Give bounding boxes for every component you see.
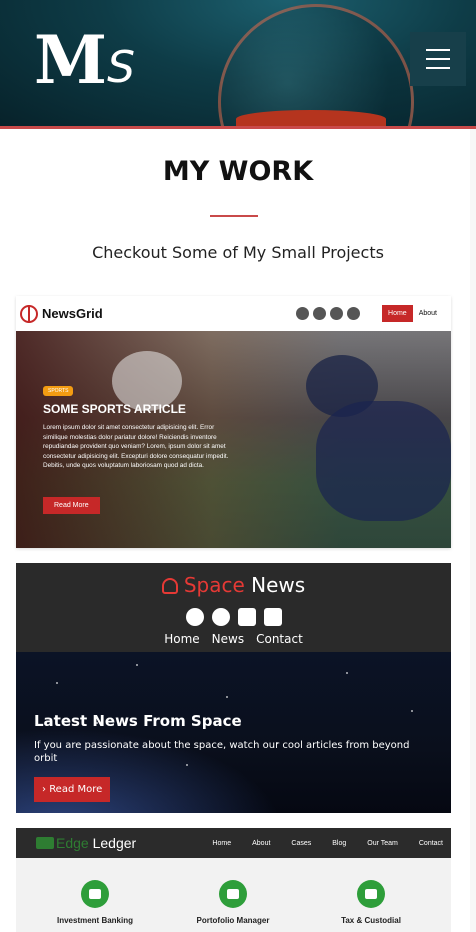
linkedin-icon — [263, 608, 282, 626]
edgeledger-navbar: Edge Ledger Home About Cases Blog Our Te… — [16, 828, 451, 858]
player-body-right — [316, 401, 451, 521]
article-body: Lorem ipsum dolor sit amet consectetur a… — [43, 424, 229, 470]
newsgrid-brand: NewsGrid — [42, 306, 103, 321]
spacenews-body: If you are passionate about the space, w… — [34, 740, 410, 764]
spacenews-header: Space News Home News Contact — [16, 563, 451, 652]
page-scrollbar[interactable] — [470, 129, 476, 932]
brand-ledger: Ledger — [92, 835, 137, 851]
globe-icon — [20, 304, 38, 323]
hero-accent-line — [0, 126, 476, 129]
edgeledger-nav-home: Home — [212, 839, 232, 847]
feature-investment-banking: Investment Banking — [30, 880, 160, 925]
edgeledger-nav-blog: Blog — [332, 839, 347, 847]
instagram-icon — [330, 307, 344, 320]
article-headline: SOME SPORTS ARTICLE — [43, 402, 186, 416]
globe-lamp-graphic — [218, 4, 414, 126]
section-subtitle: Checkout Some of My Small Projects — [92, 243, 384, 262]
star — [136, 664, 138, 666]
spacenews-nav-home: Home — [164, 632, 200, 646]
twitter-icon — [313, 307, 327, 320]
hamburger-icon — [426, 49, 450, 51]
project-card-spacenews[interactable]: Space News Home News Contact Latest News… — [16, 563, 451, 813]
newsgrid-nav-home: Home — [382, 305, 413, 322]
title-divider — [210, 215, 258, 217]
site-logo[interactable]: M S — [34, 21, 135, 99]
astronaut-icon — [161, 578, 178, 594]
spacenews-social-icons — [16, 608, 451, 626]
feature-label: Investment Banking — [56, 916, 133, 925]
reader-icon — [219, 880, 247, 908]
spacenews-nav: Home News Contact — [16, 632, 451, 646]
lamp-base-graphic — [236, 110, 386, 126]
star — [56, 682, 58, 684]
feature-tax-custodial: Tax & Custodial — [306, 880, 436, 925]
project-card-edgeledger[interactable]: Edge Ledger Home About Cases Blog Our Te… — [16, 828, 451, 932]
hamburger-icon-line — [426, 67, 450, 69]
brand-edge: Edge — [56, 835, 89, 851]
hero-header: M S — [0, 0, 476, 126]
brand-news: News — [251, 573, 306, 597]
edgeledger-nav-contact: Contact — [418, 839, 443, 847]
newsgrid-navbar: NewsGrid Home About — [16, 296, 451, 331]
project-card-newsgrid[interactable]: NewsGrid Home About SPORTS SOME SPORTS A… — [16, 296, 451, 548]
newsgrid-nav-about: About — [418, 310, 437, 317]
newsgrid-social-icons — [296, 307, 361, 320]
logo-letter-m: M — [34, 21, 107, 99]
spacenews-nav-contact: Contact — [256, 632, 303, 646]
instagram-icon — [237, 608, 256, 626]
star — [226, 696, 228, 698]
feature-label: Tax & Custodial — [341, 916, 401, 925]
read-more-button: › Read More — [34, 777, 111, 802]
feature-label: Portofolio Manager — [196, 916, 270, 925]
hamburger-icon-line — [426, 58, 450, 60]
edgeledger-nav-cases: Cases — [291, 839, 312, 847]
book-icon — [36, 837, 54, 849]
bank-icon — [81, 880, 109, 908]
edgeledger-nav-about: About — [252, 839, 271, 847]
read-more-button: Read More — [43, 497, 100, 514]
twitter-icon — [211, 608, 230, 626]
menu-button[interactable] — [410, 32, 466, 86]
sports-hero-image: SPORTS SOME SPORTS ARTICLE Lorem ipsum d… — [16, 331, 451, 548]
edgeledger-nav: Home About Cases Blog Our Team Contact — [212, 840, 443, 847]
star — [411, 710, 413, 712]
facebook-icon — [296, 307, 310, 320]
edgeledger-nav-team: Our Team — [367, 839, 398, 847]
section-title: MY WORK — [162, 156, 314, 187]
feature-portfolio-manager: Portofolio Manager — [168, 880, 298, 925]
brand-space: Space — [183, 573, 245, 597]
edgeledger-brand: Edge Ledger — [56, 835, 136, 851]
pencil-icon — [357, 880, 385, 908]
spacenews-brand: Space News — [16, 573, 451, 597]
spacenews-headline: Latest News From Space — [34, 712, 242, 730]
star — [346, 672, 348, 674]
spacenews-nav-news: News — [211, 632, 245, 646]
read-more-label: Read More — [49, 784, 103, 795]
facebook-icon — [185, 608, 204, 626]
logo-letter-s: S — [107, 42, 135, 93]
category-badge: SPORTS — [43, 386, 74, 396]
youtube-icon — [347, 307, 361, 320]
